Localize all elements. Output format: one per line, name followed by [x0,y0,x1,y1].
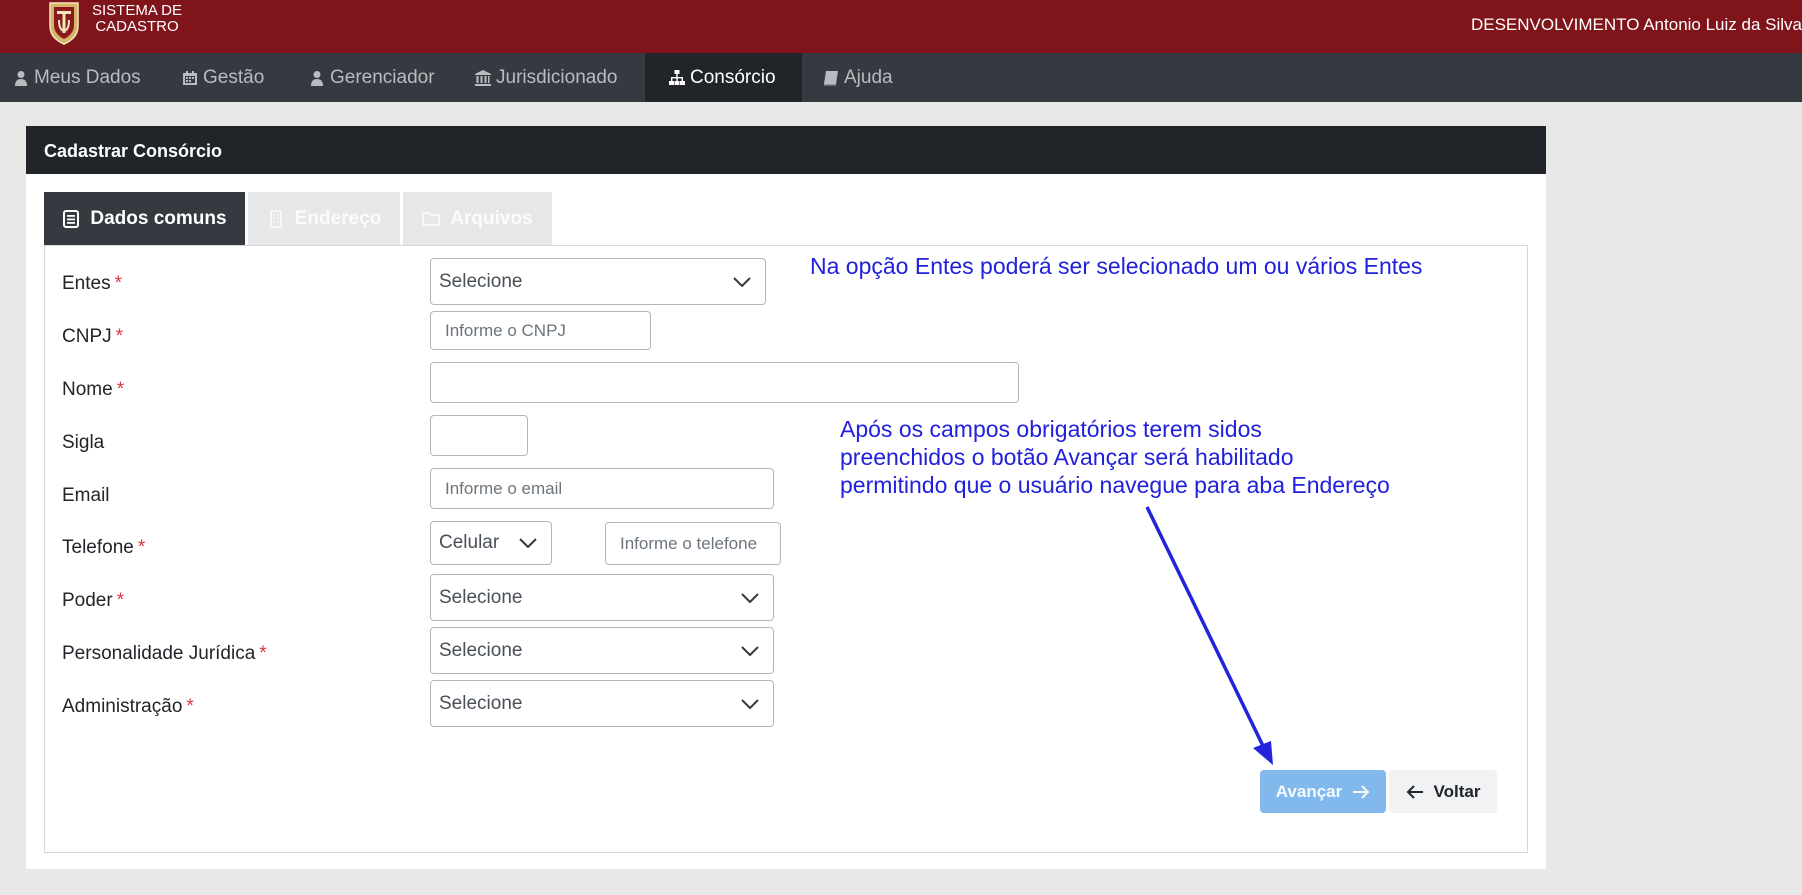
label-text: Personalidade Jurídica [62,643,256,664]
required-mark: * [259,643,267,664]
select-value: Selecione [439,692,523,714]
poder-select[interactable]: Selecione [430,574,774,621]
sitemap-icon [669,69,685,85]
label-text: Poder [62,590,113,611]
label-text: CNPJ [62,326,112,347]
chevron-down-icon [519,538,537,548]
required-mark: * [186,696,194,717]
calendar-icon [183,70,197,85]
poder-label: Poder * [62,590,124,612]
next-button-label: Avançar [1275,781,1343,801]
select-value: Selecione [439,586,523,608]
required-mark: * [116,379,125,400]
cnpj-label: CNPJ * [62,326,123,348]
annotation-entes: Na opção Entes poderá ser selecionado um… [810,253,1423,279]
telefone-input[interactable]: Informe o telefone [605,522,781,565]
label-text: Administração [62,696,183,717]
tab-label: Arquivos [450,207,533,229]
required-mark: * [114,273,122,294]
administracao-label: Administração * [62,696,194,718]
nav-item-gestao[interactable]: Gestão [182,53,264,102]
user-icon [311,70,323,86]
tce-logo-icon [49,2,79,45]
select-value: Celular [439,532,500,553]
annotation-line: permitindo que o usuário navegue para ab… [840,472,1390,498]
nav-item-label: Consórcio [690,66,776,88]
system-name: SISTEMA DE CADASTRO [90,3,184,35]
user-environment-label[interactable]: DESENVOLVIMENTO Antonio Luiz da Silva [1471,15,1802,35]
back-button-label: Voltar [1433,781,1481,801]
email-input[interactable]: Informe o email [430,468,774,509]
folder-icon [422,211,441,226]
bank-icon [475,69,491,86]
tab-endereco[interactable]: Endereço [248,192,400,245]
required-mark: * [115,326,124,347]
user-icon [15,70,27,86]
cnpj-input[interactable]: Informe o CNPJ [430,311,651,350]
chevron-down-icon [733,276,751,287]
sigla-input[interactable] [430,415,528,456]
chevron-down-icon [741,592,759,603]
arrow-right-icon [1353,784,1370,799]
system-name-line1: SISTEMA DE [91,2,183,19]
label-text: Entes [62,273,111,294]
nav-item-jurisdicionado[interactable]: Jurisdicionado [475,53,617,102]
book-icon [824,70,838,85]
input-placeholder: Informe o telefone [620,533,758,553]
nav-item-label: Jurisdicionado [496,66,618,88]
annotation-line: preenchidos o botão Avançar será habilit… [840,444,1294,470]
tab-label: Endereço [294,207,382,229]
back-button[interactable]: Voltar [1389,770,1497,813]
card-title: Cadastrar Consórcio [26,126,1546,174]
select-value: Selecione [439,639,523,661]
nav-item-meus-dados[interactable]: Meus Dados [13,53,141,102]
input-placeholder: Informe o CNPJ [445,320,566,340]
nav-item-label: Ajuda [844,66,893,88]
tab-arquivos[interactable]: Arquivos [403,192,552,245]
phone-type-select[interactable]: Celular [430,521,552,565]
tab-label: Dados comuns [90,207,227,229]
top-bar: SISTEMA DE CADASTRO DESENVOLVIMENTO Anto… [0,0,1802,53]
annotation-avancar: Após os campos obrigatórios terem sidos … [840,415,1390,499]
telefone-label: Telefone * [62,537,145,559]
tab-dados-comuns[interactable]: Dados comuns [44,192,245,245]
nav-item-gerenciador[interactable]: Gerenciador [309,53,435,102]
annotation-line: Após os campos obrigatórios terem sidos [840,416,1262,442]
chevron-down-icon [741,645,759,656]
required-mark: * [137,537,146,558]
chevron-down-icon [741,698,759,709]
nome-label: Nome * [62,379,124,401]
input-placeholder: Informe o email [445,478,563,498]
nome-input[interactable] [430,362,1019,403]
select-value: Selecione [439,270,523,292]
tab-panel [44,245,1528,853]
building-icon [269,209,282,228]
system-name-line2: CADASTRO [95,18,179,35]
sigla-label: Sigla [62,432,105,453]
entes-label: Entes * [62,273,122,295]
nav-item-label: Gestão [203,66,265,88]
nav-item-label: Gerenciador [330,66,435,88]
document-icon [63,209,80,228]
email-label: Email [62,485,110,506]
next-button[interactable]: Avançar [1260,770,1386,813]
nav-item-ajuda[interactable]: Ajuda [823,53,893,102]
nav-item-label: Meus Dados [34,66,141,88]
required-mark: * [116,590,125,611]
label-text: Telefone [62,537,134,558]
main-nav: Meus Dados Gestão Gerenciador Jurisdicio… [0,53,1802,102]
label-text: Nome [62,379,113,400]
personalidade-juridica-label: Personalidade Jurídica * [62,643,267,665]
entes-select[interactable]: Selecione [430,258,766,305]
nav-item-consorcio[interactable]: Consórcio [645,53,802,102]
arrow-left-icon [1406,784,1423,799]
personalidade-juridica-select[interactable]: Selecione [430,627,774,674]
administracao-select[interactable]: Selecione [430,680,774,727]
